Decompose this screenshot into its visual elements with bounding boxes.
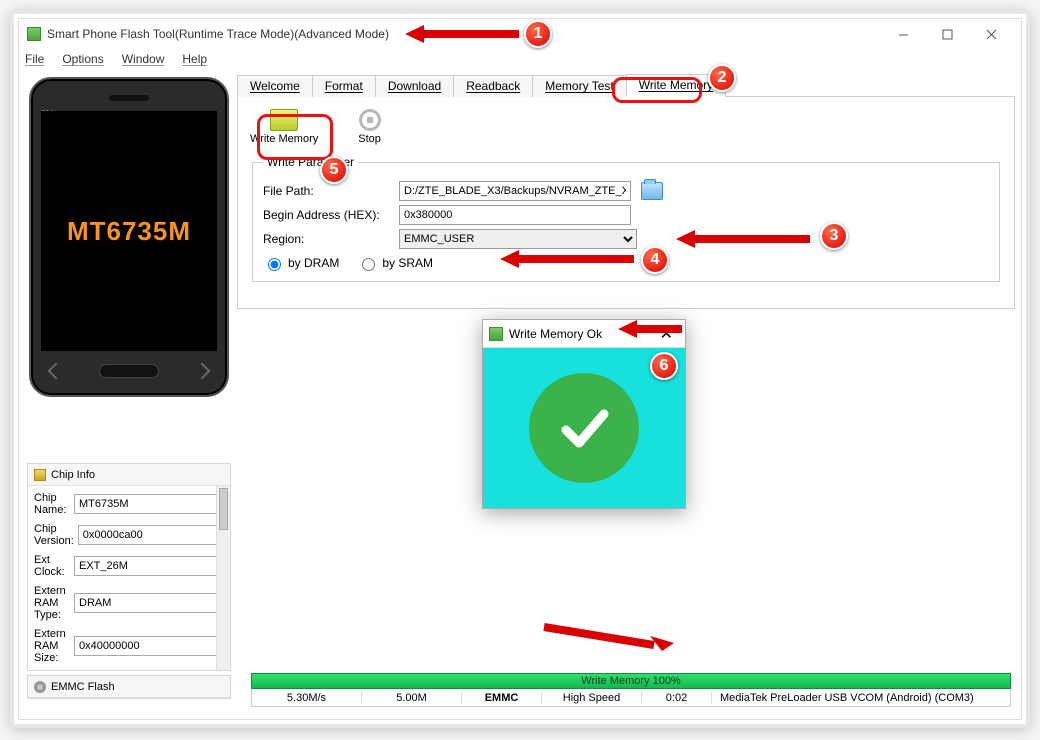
stop-label: Stop [358, 133, 381, 145]
dialog-icon [489, 327, 503, 341]
window-title: Smart Phone Flash Tool(Runtime Trace Mod… [47, 27, 389, 41]
tab-welcome[interactable]: Welcome [237, 75, 313, 97]
chip-version-label: Chip Version: [34, 523, 74, 547]
annotation-arrow-1 [399, 19, 529, 49]
tab-body: Write Memory Stop Write Parameter File P… [237, 97, 1015, 309]
stop-icon [359, 109, 381, 131]
phone-menu-icon [194, 363, 211, 380]
ext-clock-label: Ext Clock: [34, 554, 70, 578]
toolbar: Write Memory Stop [250, 109, 1002, 145]
ext-clock-field[interactable] [74, 556, 226, 576]
write-memory-ok-dialog: Write Memory Ok ✕ [482, 319, 686, 509]
status-size: 5.00M [362, 692, 462, 704]
menu-file[interactable]: File [25, 52, 44, 66]
write-memory-button[interactable]: Write Memory [250, 109, 318, 145]
annotation-arrow-6 [612, 314, 690, 344]
status-time: 0:02 [642, 692, 712, 704]
status-mode: High Speed [542, 692, 642, 704]
phone-chip-label: MT6735M [67, 216, 191, 247]
write-memory-icon [270, 109, 298, 131]
menu-window[interactable]: Window [122, 52, 165, 66]
callout-6: 6 [650, 352, 678, 380]
emmc-header[interactable]: EMMC Flash [28, 676, 230, 698]
menubar: File Options Window Help [19, 49, 1021, 69]
ram-type-label: Extern RAM Type: [34, 585, 70, 621]
dialog-title: Write Memory Ok [509, 327, 602, 341]
status-row: 5.30M/s 5.00M EMMC High Speed 0:02 Media… [251, 689, 1011, 707]
chip-info-body: Chip Name: Chip Version: Ext Clock: Exte… [28, 486, 230, 670]
callout-5: 5 [320, 156, 348, 184]
file-path-field[interactable] [399, 181, 631, 201]
phone-graphic: BM MT6735M [29, 77, 229, 397]
callout-2: 2 [708, 64, 736, 92]
begin-address-field[interactable] [399, 205, 631, 225]
by-dram-radio[interactable]: by DRAM [263, 255, 339, 271]
write-memory-label: Write Memory [250, 133, 318, 145]
phone-speaker [109, 95, 149, 101]
menu-help[interactable]: Help [182, 52, 207, 66]
status-type: EMMC [462, 692, 542, 704]
progress-bar: Write Memory 100% [251, 673, 1011, 689]
annotation-arrow-3 [670, 224, 820, 254]
status-area: Write Memory 100% 5.30M/s 5.00M EMMC Hig… [251, 673, 1011, 707]
ram-type-field[interactable] [74, 593, 226, 613]
ram-size-label: Extern RAM Size: [34, 628, 70, 664]
phone-home-button [99, 364, 159, 378]
tab-memory-test[interactable]: Memory Test [532, 75, 626, 97]
by-sram-radio[interactable]: by SRAM [357, 255, 433, 271]
phone-nav [31, 355, 227, 387]
window-buttons [881, 20, 1013, 48]
screenshot-frame: Smart Phone Flash Tool(Runtime Trace Mod… [10, 10, 1030, 728]
emmc-title: EMMC Flash [51, 681, 115, 693]
close-button[interactable] [969, 20, 1013, 48]
chip-info-title: Chip Info [51, 469, 95, 481]
chip-name-field[interactable] [74, 494, 226, 514]
chip-name-label: Chip Name: [34, 492, 70, 516]
chip-scrollbar[interactable] [216, 486, 230, 670]
chip-info-header: Chip Info [28, 464, 230, 486]
tab-readback[interactable]: Readback [453, 75, 533, 97]
tab-bar: Welcome Format Download Readback Memory … [237, 73, 1015, 97]
emmc-panel: EMMC Flash [27, 675, 231, 699]
phone-back-icon [47, 363, 64, 380]
browse-button[interactable] [641, 182, 663, 200]
begin-address-label: Begin Address (HEX): [263, 208, 393, 222]
ram-size-field[interactable] [74, 636, 226, 656]
annotation-arrow-progress [534, 617, 684, 657]
chip-icon [34, 469, 46, 481]
app-window: Smart Phone Flash Tool(Runtime Trace Mod… [18, 18, 1022, 720]
app-icon [27, 27, 41, 41]
minimize-button[interactable] [881, 20, 925, 48]
left-column: BM MT6735M Chip Info Chip Name [19, 69, 237, 699]
gear-icon [34, 681, 46, 693]
tab-format[interactable]: Format [312, 75, 376, 97]
callout-3: 3 [820, 222, 848, 250]
tab-download[interactable]: Download [375, 75, 454, 97]
callout-1: 1 [524, 20, 552, 48]
region-label: Region: [263, 232, 393, 246]
chip-info-panel: Chip Info Chip Name: Chip Version: Ext C… [27, 463, 231, 671]
annotation-arrow-4 [494, 244, 644, 274]
chip-version-field[interactable] [78, 525, 230, 545]
maximize-button[interactable] [925, 20, 969, 48]
file-path-label: File Path: [263, 184, 393, 198]
menu-options[interactable]: Options [62, 52, 103, 66]
check-circle-icon [529, 373, 639, 483]
status-port: MediaTek PreLoader USB VCOM (Android) (C… [712, 692, 1010, 704]
callout-4: 4 [641, 246, 669, 274]
stop-button[interactable]: Stop [358, 109, 381, 145]
status-speed: 5.30M/s [252, 692, 362, 704]
phone-screen: MT6735M [41, 111, 217, 351]
